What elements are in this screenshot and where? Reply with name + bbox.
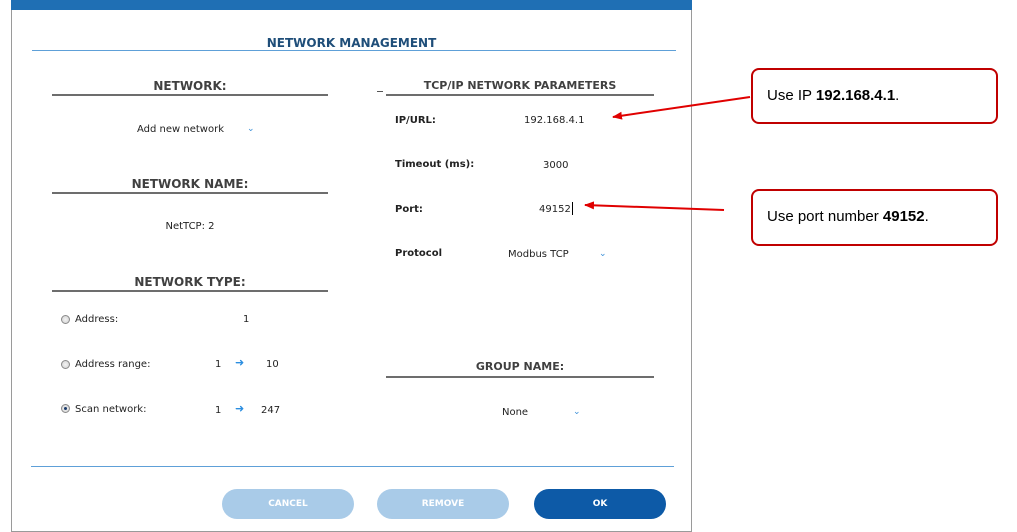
port-arrow-icon <box>584 201 725 211</box>
ip-arrow-icon <box>612 96 751 120</box>
annotation-arrows <box>584 96 751 211</box>
